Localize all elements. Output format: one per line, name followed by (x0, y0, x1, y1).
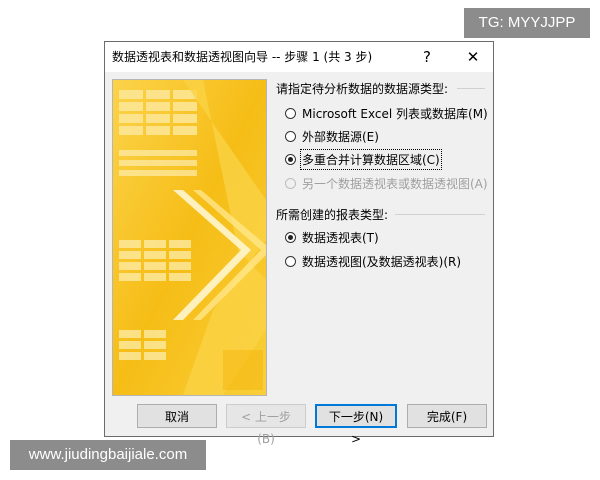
radio-circle-selected[interactable] (285, 153, 296, 165)
radio-label: Microsoft Excel 列表或数据库(M) (302, 106, 488, 121)
radio-circle[interactable] (285, 130, 296, 142)
help-button[interactable]: ? (409, 42, 445, 72)
radio-label: 另一个数据透视表或数据透视图(A) (302, 176, 488, 191)
radio-label: 外部数据源(E) (302, 129, 379, 144)
finish-button[interactable]: 完成(F) (407, 404, 487, 428)
pivot-wizard-dialog: 数据透视表和数据透视图向导 -- 步骤 1 (共 3 步) ? ✕ 请指定待分析… (104, 41, 494, 446)
close-button[interactable]: ✕ (455, 42, 491, 72)
radio-excel-list[interactable]: Microsoft Excel 列表或数据库(M) (285, 104, 488, 122)
dialog-title: 数据透视表和数据透视图向导 -- 步骤 1 (共 3 步) (112, 50, 373, 64)
report-type-label: 所需创建的报表类型: (276, 208, 389, 222)
source-type-label: 请指定待分析数据的数据源类型: (276, 82, 449, 96)
radio-circle-disabled (285, 177, 296, 189)
back-button: < 上一步(B) (226, 404, 306, 446)
cancel-button[interactable]: 取消 (137, 404, 217, 428)
watermark-top: TG: MYYJJPP (464, 8, 590, 38)
radio-label: 数据透视图(及数据透视表)(R) (302, 254, 462, 269)
wizard-illustration (112, 79, 267, 396)
radio-label: 数据透视表(T) (302, 230, 379, 245)
radio-circle-selected[interactable] (285, 231, 296, 243)
next-button[interactable]: 下一步(N) > (315, 404, 397, 446)
radio-multiple-consolidation[interactable]: 多重合并计算数据区域(C) (285, 148, 442, 170)
watermark-bottom: www.jiudingbaijiale.com (10, 440, 206, 470)
title-bar: 数据透视表和数据透视图向导 -- 步骤 1 (共 3 步) ? ✕ (105, 42, 493, 72)
radio-pivot-table[interactable]: 数据透视表(T) (285, 228, 379, 246)
radio-another-pivot: 另一个数据透视表或数据透视图(A) (285, 174, 488, 192)
group-divider (457, 88, 485, 89)
group-divider (395, 214, 485, 215)
radio-pivot-chart[interactable]: 数据透视图(及数据透视表)(R) (285, 252, 461, 270)
radio-label: 多重合并计算数据区域(C) (300, 148, 442, 170)
radio-external-source[interactable]: 外部数据源(E) (285, 127, 379, 145)
radio-circle[interactable] (285, 107, 296, 119)
radio-circle[interactable] (285, 255, 296, 267)
